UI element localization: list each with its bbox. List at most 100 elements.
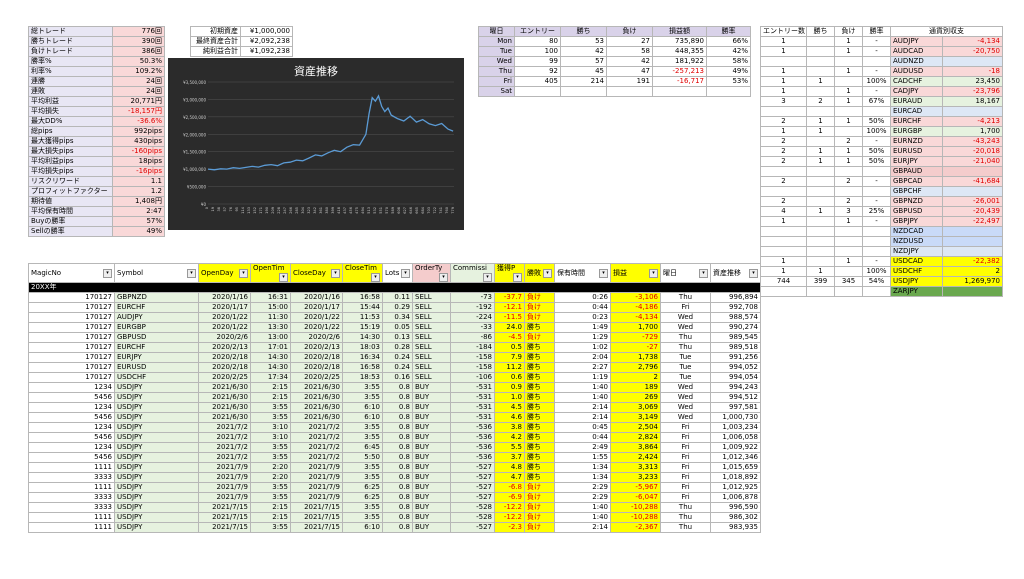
trades-header-4[interactable]: CloseDay ▾ [290, 263, 343, 283]
trades-header-8[interactable]: Commissi ▾ [450, 263, 495, 283]
trades-header-3[interactable]: OpenTim ▾ [250, 263, 291, 283]
trade-cell: 1,006,878 [710, 492, 761, 503]
trades-header-10[interactable]: 勝敗 ▾ [524, 263, 555, 283]
trade-cell: USDJPY [114, 422, 199, 433]
x-tick-label: 456 [349, 207, 353, 214]
trades-header-2[interactable]: OpenDay ▾ [198, 263, 251, 283]
filter-dropdown-icon[interactable]: ▾ [331, 268, 340, 278]
filter-dropdown-icon[interactable]: ▾ [371, 273, 380, 282]
filter-dropdown-icon[interactable]: ▾ [279, 273, 288, 282]
table-row[interactable]: 170127 AUDJPY 2020/1/22 11:30 2020/1/22 11:53… [28, 312, 761, 323]
currency-cell [834, 286, 863, 297]
currency-row: GBPAUD [760, 166, 1003, 177]
table-row[interactable]: 5456 USDJPY 2021/6/30 3:55 2021/6/30 6:10 0.8 B… [28, 412, 761, 423]
table-row[interactable]: 1234 USDJPY 2021/6/30 3:55 2021/6/30 6:10 0.8 B… [28, 402, 761, 413]
currency-cell [862, 246, 891, 257]
table-row[interactable]: 1111 USDJPY 2021/7/15 3:55 2021/7/15 6:10 0.8 B… [28, 522, 761, 533]
x-tick-label: 95 [235, 207, 239, 211]
filter-dropdown-icon[interactable]: ▾ [401, 268, 410, 278]
table-row[interactable]: 3333 USDJPY 2021/7/9 2:20 2021/7/9 3:55 0.8 BUY… [28, 472, 761, 483]
trades-header-11[interactable]: 保有時間 ▾ [554, 263, 611, 283]
trades-header-1[interactable]: Symbol ▾ [114, 263, 199, 283]
trade-cell: 3:55 [342, 432, 383, 443]
trade-cell: 勝ち [524, 382, 555, 393]
table-row[interactable]: 170127 EURUSD 2020/2/18 14:30 2020/2/18 16:58… [28, 362, 761, 373]
filter-dropdown-icon[interactable]: ▾ [699, 268, 708, 278]
table-row[interactable]: 1234 USDJPY 2021/7/2 3:55 2021/7/2 6:45 0.8 BUY… [28, 442, 761, 453]
trade-cell: 勝ち [524, 472, 555, 483]
table-row[interactable]: 3333 USDJPY 2021/7/9 3:55 2021/7/9 6:25 0.8 BUY… [28, 492, 761, 503]
table-row[interactable]: 170127 GBPNZD 2020/1/16 16:31 2020/1/16 16:58… [28, 292, 761, 303]
x-tick-label: 532 [373, 207, 377, 214]
trades-header-6[interactable]: Lots ▾ [382, 263, 413, 283]
table-row[interactable]: 170127 USDCHF 2020/2/25 17:34 2020/2/25 18:53… [28, 372, 761, 383]
stat-row: 最大損失pips -160pips [28, 146, 165, 157]
table-row[interactable]: 1111 USDJPY 2021/7/15 2:15 2021/7/15 3:55 0.8 B… [28, 512, 761, 523]
table-row[interactable]: 5456 USDJPY 2021/6/30 2:15 2021/6/30 3:55 0.8 B… [28, 392, 761, 403]
trade-cell: 2020/2/18 [290, 352, 343, 363]
trade-cell: 3:55 [250, 492, 291, 503]
filter-dropdown-icon[interactable]: ▾ [649, 268, 658, 278]
trade-cell: BUY [412, 502, 451, 513]
filter-dropdown-icon[interactable]: ▾ [187, 268, 196, 278]
trade-cell: 0.8 [382, 392, 413, 403]
trade-cell: 0.9 [494, 382, 525, 393]
filter-dropdown-icon[interactable]: ▾ [483, 273, 492, 282]
trade-cell: 2021/7/2 [198, 422, 251, 433]
trade-cell: 0:26 [554, 292, 611, 303]
table-row[interactable]: 170127 EURCHF 2020/1/17 15:00 2020/1/17 15:44… [28, 302, 761, 313]
table-row[interactable]: 170127 EURJPY 2020/2/18 14:30 2020/2/18 16:34… [28, 352, 761, 363]
table-row[interactable]: 170127 EURCHF 2020/2/13 17:01 2020/2/13 18:03… [28, 342, 761, 353]
trade-cell: 994,512 [710, 392, 761, 403]
table-row[interactable]: 1234 USDJPY 2021/7/2 3:10 2021/7/2 3:55 0.8 BUY… [28, 422, 761, 433]
table-row[interactable]: 3333 USDJPY 2021/7/15 2:15 2021/7/15 3:55 0.8 B… [28, 502, 761, 513]
filter-dropdown-icon[interactable]: ▾ [599, 268, 608, 278]
trades-header-0[interactable]: MagicNo ▾ [28, 263, 115, 283]
filter-dropdown-icon[interactable]: ▾ [543, 268, 552, 278]
trade-cell: 2021/7/15 [198, 502, 251, 513]
trades-header-9[interactable]: 獲得P ▾ [494, 263, 525, 283]
trades-header-7[interactable]: OrderTy ▾ [412, 263, 451, 283]
currency-cell: 1 [834, 156, 863, 167]
table-row[interactable]: 170127 EURGBP 2020/1/22 13:30 2020/1/22 15:19… [28, 322, 761, 333]
trade-cell: USDJPY [114, 412, 199, 423]
stat-row: 平均利益 20,771円 [28, 96, 165, 107]
filter-dropdown-icon[interactable]: ▾ [513, 273, 522, 282]
currency-cell [834, 76, 863, 87]
trade-cell: 2021/6/30 [198, 402, 251, 413]
trade-cell: Thu [660, 292, 711, 303]
trade-cell: 0.24 [382, 352, 413, 363]
trade-cell: 170127 [28, 332, 115, 343]
filter-dropdown-icon[interactable]: ▾ [749, 268, 758, 278]
currency-header: 負け [834, 26, 863, 37]
filter-dropdown-icon[interactable]: ▾ [239, 268, 248, 278]
trades-header-14[interactable]: 資産推移 ▾ [710, 263, 761, 283]
weekday-cell: 58 [606, 46, 653, 57]
table-row[interactable]: 5456 USDJPY 2021/7/2 3:55 2021/7/2 5:50 0.8 BUY… [28, 452, 761, 463]
table-row[interactable]: 170127 GBPUSD 2020/2/6 13:00 2020/2/6 14:30 0.… [28, 332, 761, 343]
table-row[interactable]: 1111 USDJPY 2021/7/9 3:55 2021/7/9 6:25 0.8 BUY… [28, 482, 761, 493]
trade-cell: 0.8 [382, 472, 413, 483]
trades-header-13[interactable]: 曜日 ▾ [660, 263, 711, 283]
trade-cell: USDJPY [114, 512, 199, 523]
filter-dropdown-icon[interactable]: ▾ [439, 273, 448, 282]
table-row[interactable]: 1234 USDJPY 2021/6/30 2:15 2021/6/30 3:55 0.8 B… [28, 382, 761, 393]
x-tick-label: 589 [391, 207, 395, 214]
currency-cell [834, 236, 863, 247]
trade-cell: 996,590 [710, 502, 761, 513]
filter-dropdown-icon[interactable]: ▾ [103, 268, 112, 278]
x-tick-label: 722 [433, 207, 437, 214]
trade-cell: 2:04 [554, 352, 611, 363]
trade-cell: -6.9 [494, 492, 525, 503]
trade-cell: SELL [412, 322, 451, 333]
asset-chart[interactable]: 資産推移 ¥3,500,000 ¥3,000,000 ¥2,500,000 ¥2,000… [168, 58, 464, 230]
trades-header-12[interactable]: 損益 ▾ [610, 263, 661, 283]
table-row[interactable]: 1111 USDJPY 2021/7/9 2:20 2021/7/9 3:55 0.8 BUY… [28, 462, 761, 473]
table-row[interactable]: 5456 USDJPY 2021/7/2 3:10 2021/7/2 3:55 0.8 BUY… [28, 432, 761, 443]
trades-table: MagicNo ▾ Symbol ▾ OpenDay ▾ OpenTim ▾ CloseDay ▾… [28, 263, 761, 533]
trade-cell: 2021/6/30 [198, 412, 251, 423]
currency-cell [942, 286, 1003, 297]
trade-cell: BUY [412, 422, 451, 433]
trades-header-5[interactable]: CloseTim ▾ [342, 263, 383, 283]
weekday-header: 勝ち [560, 26, 607, 37]
